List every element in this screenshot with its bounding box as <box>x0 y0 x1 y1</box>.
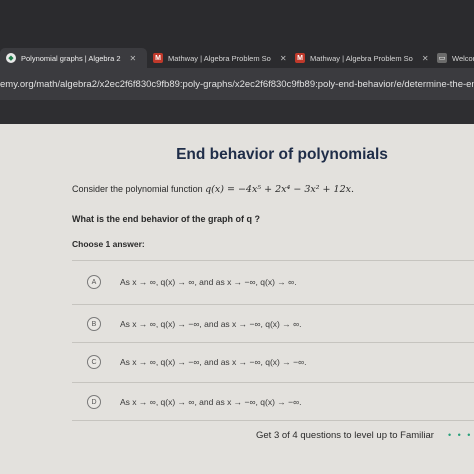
toolbar-strip <box>0 100 474 124</box>
choose-label: Choose 1 answer: <box>72 239 145 249</box>
problem-statement: Consider the polynomial function q(x) = … <box>72 184 354 195</box>
problem-prefix: Consider the polynomial function <box>72 184 203 194</box>
answer-option-c[interactable]: C As x → ∞, q(x) → −∞, and as x → −∞, q(… <box>72 342 474 382</box>
webpage-icon: ▭ <box>437 53 447 63</box>
tab-title: Polynomial graphs | Algebra 2 <box>21 53 121 63</box>
radio-b[interactable]: B <box>87 317 101 331</box>
page-title: End behavior of polynomials <box>176 146 388 163</box>
radio-a[interactable]: A <box>87 275 101 289</box>
address-bar[interactable]: emy.org/math/algebra2/x2ec2f6f830c9fb89:… <box>0 68 474 100</box>
tab-mathway-2[interactable]: M Mathway | Algebra Problem So ✕ <box>289 48 431 68</box>
khan-academy-icon: ◆ <box>6 53 16 63</box>
tab-mathway-1[interactable]: M Mathway | Algebra Problem So ✕ <box>147 48 289 68</box>
close-icon[interactable]: ✕ <box>130 54 137 63</box>
mathway-icon: M <box>295 53 305 63</box>
question-text: What is the end behavior of the graph of… <box>72 214 261 224</box>
option-text: As x → ∞, q(x) → ∞, and as x → −∞, q(x) … <box>120 397 302 407</box>
exercise-panel: End behavior of polynomials Consider the… <box>0 124 474 474</box>
tab-welcome[interactable]: ▭ Welcom <box>431 48 474 68</box>
progress-dots: • • • <box>448 430 473 440</box>
tab-polynomial-graphs[interactable]: ◆ Polynomial graphs | Algebra 2 ✕ <box>0 48 147 68</box>
divider <box>72 260 474 261</box>
mathway-icon: M <box>153 53 163 63</box>
option-text: As x → ∞, q(x) → −∞, and as x → −∞, q(x)… <box>120 319 302 329</box>
polynomial-expression: q(x) = −4x⁵ + 2x⁴ − 3x² + 12x. <box>205 184 354 195</box>
radio-d[interactable]: D <box>87 395 101 409</box>
level-up-message: Get 3 of 4 questions to level up to Fami… <box>256 430 434 441</box>
close-icon[interactable]: ✕ <box>280 54 287 63</box>
answer-option-a[interactable]: A As x → ∞, q(x) → ∞, and as x → −∞, q(x… <box>72 262 474 302</box>
radio-c[interactable]: C <box>87 355 101 369</box>
tab-title: Mathway | Algebra Problem So <box>310 53 413 63</box>
url-text[interactable]: emy.org/math/algebra2/x2ec2f6f830c9fb89:… <box>0 79 474 90</box>
answer-option-b[interactable]: B As x → ∞, q(x) → −∞, and as x → −∞, q(… <box>72 304 474 344</box>
option-text: As x → ∞, q(x) → −∞, and as x → −∞, q(x)… <box>120 357 307 367</box>
tab-title: Welcom <box>452 53 474 63</box>
divider <box>72 420 474 421</box>
close-icon[interactable]: ✕ <box>422 54 429 63</box>
tab-title: Mathway | Algebra Problem So <box>168 53 271 63</box>
browser-tab-bar: ◆ Polynomial graphs | Algebra 2 ✕ M Math… <box>0 0 474 68</box>
answer-option-d[interactable]: D As x → ∞, q(x) → ∞, and as x → −∞, q(x… <box>72 382 474 422</box>
option-text: As x → ∞, q(x) → ∞, and as x → −∞, q(x) … <box>120 277 297 287</box>
